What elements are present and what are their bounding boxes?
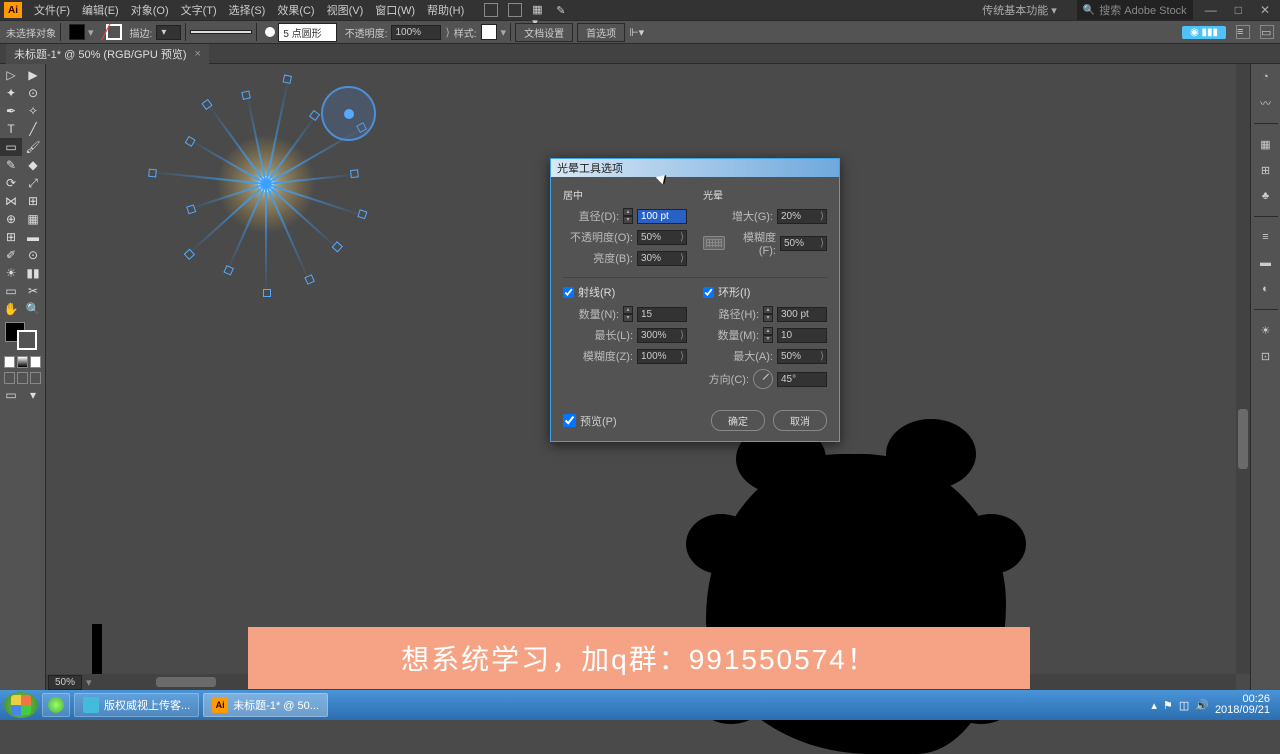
dialog-title[interactable]: 光晕工具选项 — [551, 159, 839, 177]
vertical-scrollbar[interactable] — [1236, 64, 1250, 674]
style-swatch[interactable] — [481, 24, 497, 40]
brush-selector[interactable] — [190, 30, 252, 34]
diameter-input[interactable]: 100 pt — [637, 209, 687, 224]
menu-edit[interactable]: 编辑(E) — [76, 2, 125, 18]
menu-effect[interactable]: 效果(C) — [271, 2, 320, 18]
grid-icon[interactable] — [484, 3, 498, 17]
windows-taskbar: 版权威视上传客... Ai未标题-1* @ 50... ▴ ⚑ ◫ 🔊 00:2… — [0, 690, 1280, 720]
rings-path-input[interactable]: 300 pt — [777, 307, 827, 322]
panel-toggle-icon[interactable]: ≡ — [1236, 25, 1250, 39]
tray-volume-icon[interactable]: 🔊 — [1195, 699, 1209, 712]
rings-largest-input[interactable]: 50% — [777, 349, 827, 364]
menu-file[interactable]: 文件(F) — [28, 2, 76, 18]
menu-select[interactable]: 选择(S) — [223, 2, 272, 18]
tab-close-icon[interactable]: × — [195, 48, 201, 60]
flare-options-dialog: 光晕工具选项 居中 直径(D):▴▾100 pt 不透明度(O):50% 亮度(… — [550, 158, 840, 442]
task-item-illustrator[interactable]: Ai未标题-1* @ 50... — [203, 693, 328, 717]
document-tab[interactable]: 未标题-1* @ 50% (RGB/GPU 预览) × — [6, 44, 209, 64]
rings-direction-input[interactable]: 45° — [777, 372, 827, 387]
tray-clock[interactable]: 00:26 2018/09/21 — [1215, 694, 1276, 716]
stroke-weight[interactable]: ▾ — [156, 25, 181, 40]
tray-network-icon[interactable]: ◫ — [1179, 699, 1189, 712]
growth-input[interactable]: 20% — [777, 209, 827, 224]
panel-toggle-icon-2[interactable]: ▭ — [1260, 25, 1274, 39]
selection-status: 未选择对象 — [6, 25, 56, 40]
style-label: 样式: — [454, 25, 477, 40]
stroke-swatch[interactable]: ╱ — [102, 24, 126, 40]
task-item-app1[interactable]: 版权威视上传客... — [74, 693, 199, 717]
rays-fuzz-input[interactable]: 100% — [637, 349, 687, 364]
system-tray[interactable]: ▴ ⚑ ◫ 🔊 00:26 2018/09/21 — [1151, 694, 1276, 716]
document-tabs: 未标题-1* @ 50% (RGB/GPU 预览) × — [0, 44, 1280, 64]
halo-section-label: 光晕 — [703, 187, 827, 202]
prefs-button[interactable]: 首选项 — [577, 23, 625, 42]
center-section-label: 居中 — [563, 187, 687, 202]
keyboard-icon — [703, 236, 725, 250]
rays-longest-input[interactable]: 300% — [637, 328, 687, 343]
grid-icon-2[interactable] — [508, 3, 522, 17]
opacity-label: 不透明度: — [345, 25, 388, 40]
shape-preset[interactable]: 5 点圆形 — [278, 23, 336, 42]
brightness-input[interactable]: 30% — [637, 251, 687, 266]
rays-count-input[interactable]: 15 — [637, 307, 687, 322]
menu-object[interactable]: 对象(O) — [125, 2, 175, 18]
menu-type[interactable]: 文字(T) — [175, 2, 223, 18]
flare-object[interactable] — [156, 74, 376, 294]
menu-window[interactable]: 窗口(W) — [369, 2, 421, 18]
menu-help[interactable]: 帮助(H) — [421, 2, 470, 18]
direction-dial[interactable] — [753, 369, 773, 389]
minimize-icon[interactable]: — — [1199, 3, 1223, 17]
app-logo: Ai — [4, 2, 22, 18]
overlay-banner: 想系统学习，加q群：991550574！ — [248, 627, 1030, 689]
tray-up-icon[interactable]: ▴ — [1151, 699, 1157, 712]
search-stock[interactable]: 🔍 搜索 Adobe Stock — [1077, 0, 1193, 20]
task-item-browser[interactable] — [42, 693, 70, 717]
options-bar: 未选择对象 ▾ ╱ 描边: ▾ 5 点圆形 不透明度: 100%⟩ 样式: ▾ … — [0, 20, 1280, 44]
opacity-input[interactable]: 100% — [391, 25, 441, 40]
brush-panel-icon[interactable]: ✎ — [556, 4, 565, 17]
rings-checkbox[interactable] — [703, 287, 714, 298]
close-icon[interactable]: ✕ — [1254, 3, 1276, 17]
tray-flag-icon[interactable]: ⚑ — [1163, 699, 1173, 712]
start-button[interactable] — [4, 692, 38, 718]
maximize-icon[interactable]: □ — [1229, 3, 1248, 17]
cancel-button[interactable]: 取消 — [773, 410, 827, 431]
stroke-label: 描边: — [130, 25, 153, 40]
workspace-switcher[interactable]: 传统基本功能 ▾ — [976, 0, 1071, 20]
center-opacity-input[interactable]: 50% — [637, 230, 687, 245]
rays-checkbox[interactable] — [563, 287, 574, 298]
rings-count-input[interactable]: 10 — [777, 328, 827, 343]
halo-fuzz-input[interactable]: 50% — [780, 236, 827, 251]
arrange-icon[interactable]: ▦ ▾ — [532, 3, 546, 17]
zoom-level[interactable]: 50% — [48, 675, 82, 690]
fill-swatch[interactable] — [69, 24, 85, 40]
share-button[interactable]: ◉ ▮▮▮ — [1182, 26, 1226, 39]
preview-checkbox[interactable] — [563, 414, 576, 427]
ok-button[interactable]: 确定 — [711, 410, 765, 431]
doc-setup-button[interactable]: 文档设置 — [515, 23, 573, 42]
align-icon[interactable]: ⊩▾ — [629, 26, 644, 39]
menu-view[interactable]: 视图(V) — [321, 2, 370, 18]
menu-bar: Ai 文件(F) 编辑(E) 对象(O) 文字(T) 选择(S) 效果(C) 视… — [0, 0, 1280, 20]
document-title: 未标题-1* @ 50% (RGB/GPU 预览) — [14, 46, 187, 62]
